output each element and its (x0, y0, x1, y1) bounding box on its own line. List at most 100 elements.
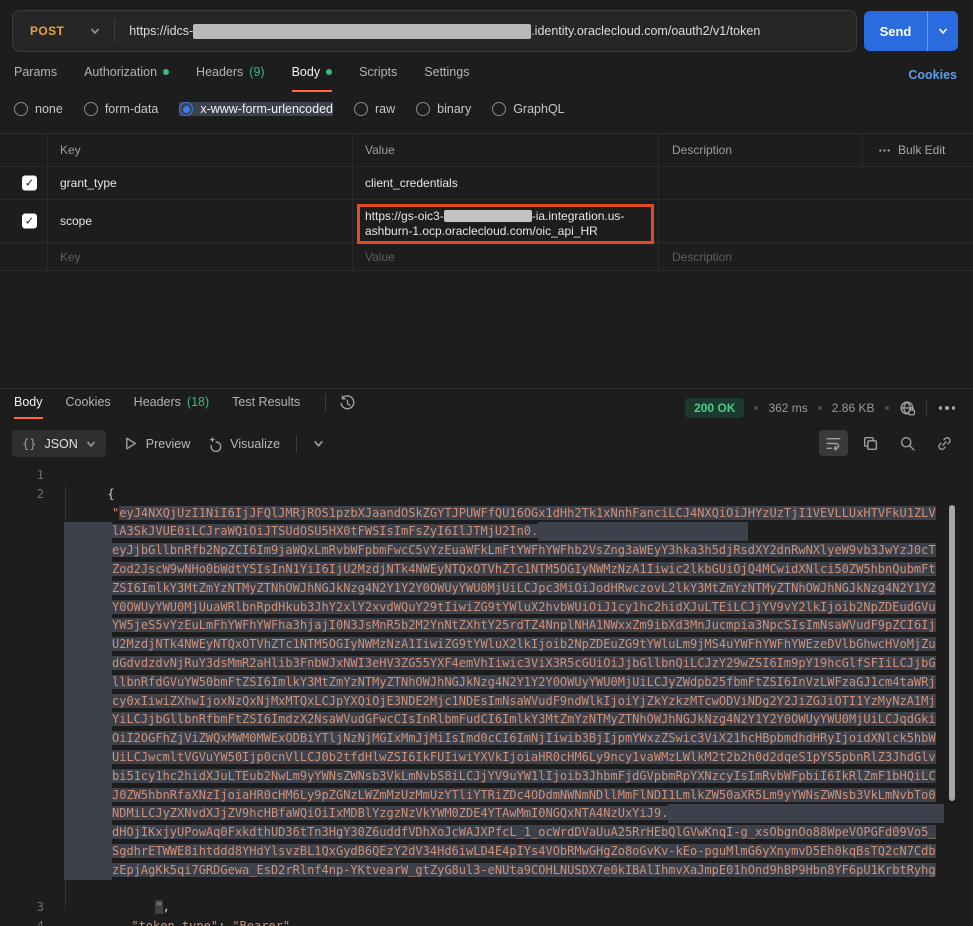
dot-separator (754, 406, 758, 410)
mode-x-www-form-urlencoded[interactable]: x-www-form-urlencoded (179, 102, 333, 116)
divider (926, 400, 927, 416)
sparkle-icon (206, 435, 223, 452)
value-placeholder[interactable]: Value (365, 250, 395, 264)
row-checkbox-checked[interactable] (22, 214, 37, 229)
row-checkbox-checked[interactable] (22, 176, 37, 191)
send-button[interactable]: Send (864, 11, 927, 51)
scope-redaction (444, 210, 532, 222)
history-icon[interactable] (339, 395, 356, 412)
response-toolbar: {} JSON Preview Visualize (12, 430, 324, 457)
visualize-button[interactable]: Visualize (206, 435, 280, 452)
response-view-actions (819, 430, 959, 456)
wrap-text-button[interactable] (819, 430, 848, 456)
mode-graphql[interactable]: GraphQL (492, 102, 564, 116)
column-header-key: Key (60, 143, 81, 157)
response-tab-headers[interactable]: Headers(18) (134, 395, 209, 419)
scrollbar-thumb[interactable] (949, 505, 955, 801)
response-meta: 200 OK 362 ms 2.86 KB (685, 398, 957, 418)
play-icon (122, 435, 139, 452)
copy-icon (862, 435, 879, 452)
radio-icon (84, 102, 98, 116)
tab-body[interactable]: Body (292, 62, 333, 92)
bulk-edit-button[interactable]: Bulk Edit (878, 143, 945, 157)
token-line: lA3SkJVUE0iLCJraWQiOiJTSUdOSU5HX0tFWSIsI… (0, 522, 973, 541)
token-line: ZSI6ImlkY3MtZmYzNTMyZTNhOWJhNGJkNzg4N2Y1… (0, 579, 973, 598)
divider (325, 394, 326, 412)
postman-app: POST https://idcs- .identity.oraclecloud.… (0, 0, 973, 926)
mode-raw[interactable]: raw (354, 102, 395, 116)
chevron-down-icon (90, 26, 100, 36)
bulk-edit-icon (878, 144, 891, 157)
tab-headers[interactable]: Headers(9) (196, 62, 265, 92)
token-line: NDMiLCJyZXNvdXJjZV9hcHBfaWQiOiIxMDBlYzgz… (0, 804, 973, 823)
description-placeholder[interactable]: Description (672, 250, 732, 264)
format-dropdown[interactable]: {} JSON (12, 430, 106, 457)
tab-params[interactable]: Params (14, 62, 57, 92)
json-braces-icon: {} (22, 437, 36, 451)
table-placeholder-row: Key Value Description (0, 243, 973, 271)
table-row: scope https://gs-oic3--ia.integration.us… (0, 200, 973, 243)
tab-scripts[interactable]: Scripts (359, 62, 397, 92)
status-badge: 200 OK (685, 398, 744, 418)
line-number: 2 (0, 485, 44, 504)
radio-icon (14, 102, 28, 116)
token-line: YW5jeS5vYzEuLmFhYWFhYWFha3hjajI0N3JsMnR5… (0, 616, 973, 635)
preview-button[interactable]: Preview (122, 435, 190, 452)
token-line: SgdhrETWWE8ihtddd8YHdYlsvzBL1QxGydB6QEzY… (0, 842, 973, 861)
code-line: 2"access_token": (0, 485, 973, 504)
url-suffix: .identity.oraclecloud.com/oauth2/v1/toke… (531, 24, 760, 38)
key-placeholder[interactable]: Key (60, 250, 81, 264)
search-button[interactable] (893, 430, 922, 456)
code-line: 3"token_type":"Bearer", (0, 898, 973, 917)
response-body-editor[interactable]: 1{ 2"access_token": "eyJ4NXQjUzI1NiI6IjJ… (0, 462, 973, 926)
key-cell[interactable]: grant_type (60, 176, 117, 190)
chevron-down-icon (86, 439, 96, 449)
radio-icon (416, 102, 430, 116)
radio-icon (354, 102, 368, 116)
method-label: POST (30, 24, 64, 38)
mode-binary[interactable]: binary (416, 102, 471, 116)
network-globe-lock-icon[interactable] (899, 400, 916, 417)
response-tab-body[interactable]: Body (14, 395, 43, 419)
token-line: cy0xIiwiZXhwIjoxNzQxNjMxMTQxLCJpYXQiOjE3… (0, 692, 973, 711)
key-cell[interactable]: scope (60, 214, 92, 228)
response-tab-cookies[interactable]: Cookies (66, 395, 111, 419)
radio-selected-icon (179, 102, 193, 116)
dot-separator (885, 406, 889, 410)
mode-form-data[interactable]: form-data (84, 102, 159, 116)
body-mode-radios: none form-data x-www-form-urlencoded raw… (14, 102, 565, 116)
token-line: YiLCJjbGllbnRfbmFtZSI6ImdzX2NsaWVudGFwcC… (0, 710, 973, 729)
cookies-link[interactable]: Cookies (908, 68, 957, 82)
method-selector[interactable]: POST (13, 24, 114, 38)
link-icon (936, 435, 953, 452)
send-options-button[interactable] (927, 11, 958, 51)
response-headers-count: (18) (187, 395, 209, 409)
url-input[interactable]: https://idcs- .identity.oraclecloud.com/o… (129, 24, 760, 39)
green-dot-icon (163, 69, 169, 75)
tab-settings[interactable]: Settings (424, 62, 469, 92)
chevron-down-icon[interactable] (313, 438, 324, 449)
value-cell[interactable]: client_credentials (365, 176, 458, 190)
radio-icon (492, 102, 506, 116)
pane-splitter[interactable] (0, 388, 973, 389)
divider (296, 435, 297, 453)
divider (114, 19, 115, 43)
token-line: UiLCJwcmltVGVuYW50Ijp0cnVlLCJ0b2tfdHlwZS… (0, 748, 973, 767)
link-button[interactable] (930, 430, 959, 456)
access-token-value: "eyJ4NXQjUzI1NiI6IjJFQlJMRjROS1pzbXJaand… (0, 504, 973, 880)
scope-value-annotation-box[interactable]: https://gs-oic3--ia.integration.us- ashb… (357, 204, 654, 244)
chevron-down-icon (938, 26, 948, 36)
table-header-row: Key Value Description Bulk Edit (0, 134, 973, 167)
more-options-button[interactable] (937, 404, 958, 412)
mode-none[interactable]: none (14, 102, 63, 116)
copy-button[interactable] (856, 430, 885, 456)
column-header-description: Description (672, 143, 732, 157)
token-line: OiI2OGFhZjViZWQxMWM0MWExODBiYTljNzNjMGIx… (0, 729, 973, 748)
line-number: 3 (0, 898, 44, 917)
token-line: bi51cy1hc2hidXJuLTEub2NwLm9yYWNsZWNsb3Vk… (0, 767, 973, 786)
tab-authorization[interactable]: Authorization (84, 62, 169, 92)
token-line: "eyJ4NXQjUzI1NiI6IjJFQlJMRjROS1pzbXJaand… (0, 504, 973, 523)
response-tab-test-results[interactable]: Test Results (232, 395, 300, 419)
token-line: zEpjAgKk5qi7GRDGewa_EsD2rRlnf4np-YKtvear… (0, 861, 973, 880)
url-prefix: https://idcs- (129, 24, 193, 38)
